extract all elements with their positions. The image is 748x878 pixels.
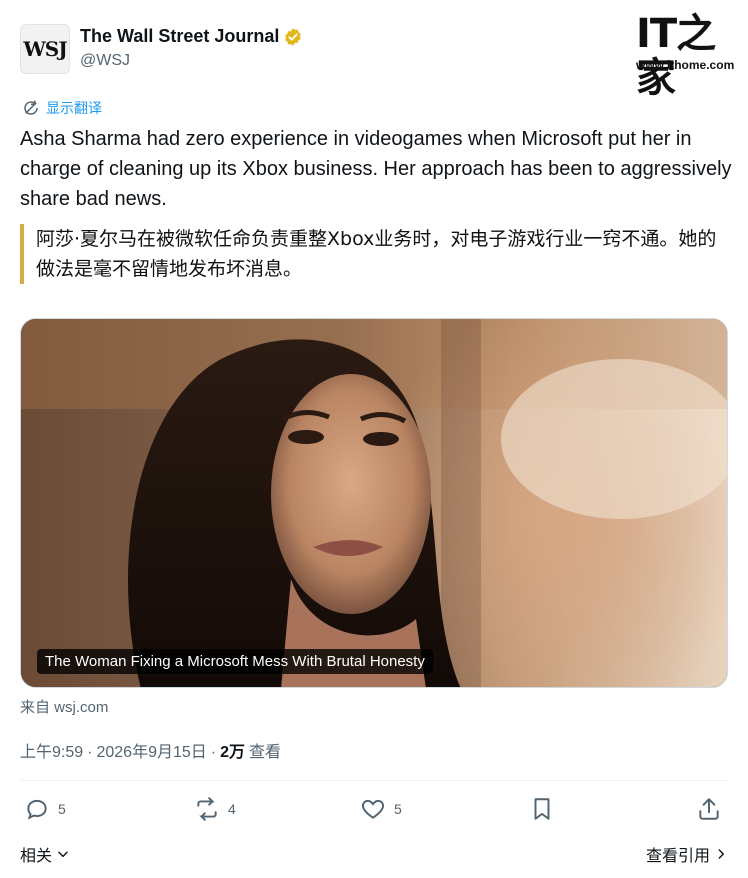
chevron-right-icon xyxy=(718,849,725,859)
reply-count: 5 xyxy=(58,801,66,817)
logo-mark: IT之家 xyxy=(636,11,716,101)
logo-url: www.ithome.com xyxy=(636,58,735,72)
reply-icon xyxy=(27,799,47,820)
heart-icon xyxy=(362,799,384,819)
view-label: 查看 xyxy=(249,744,282,761)
related-label: 相关 xyxy=(20,848,53,865)
verified-badge-icon xyxy=(285,27,302,46)
action-bar: 5 4 5 xyxy=(20,796,728,830)
view-quotes-label: 查看引用 xyxy=(645,848,710,865)
share-icon xyxy=(699,798,719,820)
post-meta: 上午9:59 · 2026年9月15日 · 2万 查看 xyxy=(20,738,281,762)
card-image xyxy=(21,319,727,687)
related-toggle[interactable]: 相关 xyxy=(20,842,70,866)
card-source[interactable]: 来自 wsj.com xyxy=(20,696,108,717)
chevron-down-icon xyxy=(58,851,68,858)
divider xyxy=(20,780,728,781)
share-button[interactable] xyxy=(696,796,722,822)
view-quotes-link[interactable]: 查看引用 xyxy=(646,842,728,866)
avatar[interactable]: WSJ xyxy=(20,24,70,74)
bookmark-icon xyxy=(534,798,550,820)
repost-icon xyxy=(197,797,217,821)
handle[interactable]: @WSJ xyxy=(80,52,130,70)
bookmark-button[interactable] xyxy=(529,796,555,822)
name-line: The Wall Street Journal xyxy=(80,26,303,47)
view-count: 2万 xyxy=(220,744,246,761)
ithome-logo: IT之家 www.ithome.com xyxy=(636,12,736,100)
post-date[interactable]: 2026年9月15日 xyxy=(96,738,206,762)
like-count: 5 xyxy=(394,801,402,817)
translate-label: 显示翻译 xyxy=(46,100,102,116)
repost-button[interactable]: 4 xyxy=(194,796,236,822)
show-translation-link[interactable]: 显示翻译 xyxy=(22,98,102,118)
meta-separator: · xyxy=(87,744,93,761)
repost-count: 4 xyxy=(228,801,236,817)
reply-button[interactable]: 5 xyxy=(24,796,66,822)
post-header: WSJ The Wall Street Journal @WSJ xyxy=(20,22,728,78)
display-name[interactable]: The Wall Street Journal xyxy=(80,26,279,47)
post-time[interactable]: 上午9:59 xyxy=(20,738,83,762)
translation-quote: 阿莎·夏尔马在被微软任命负责重整Xbox业务时，对电子游戏行业一窍不通。她的做法… xyxy=(20,224,720,284)
like-button[interactable]: 5 xyxy=(360,796,402,822)
bottom-row: 相关 查看引用 xyxy=(20,842,728,866)
post-text: Asha Sharma had zero experience in video… xyxy=(20,128,732,210)
card-caption: The Woman Fixing a Microsoft Mess With B… xyxy=(37,649,433,674)
meta-separator: · xyxy=(210,744,217,761)
link-card[interactable]: The Woman Fixing a Microsoft Mess With B… xyxy=(20,318,728,688)
translate-icon xyxy=(24,100,38,115)
